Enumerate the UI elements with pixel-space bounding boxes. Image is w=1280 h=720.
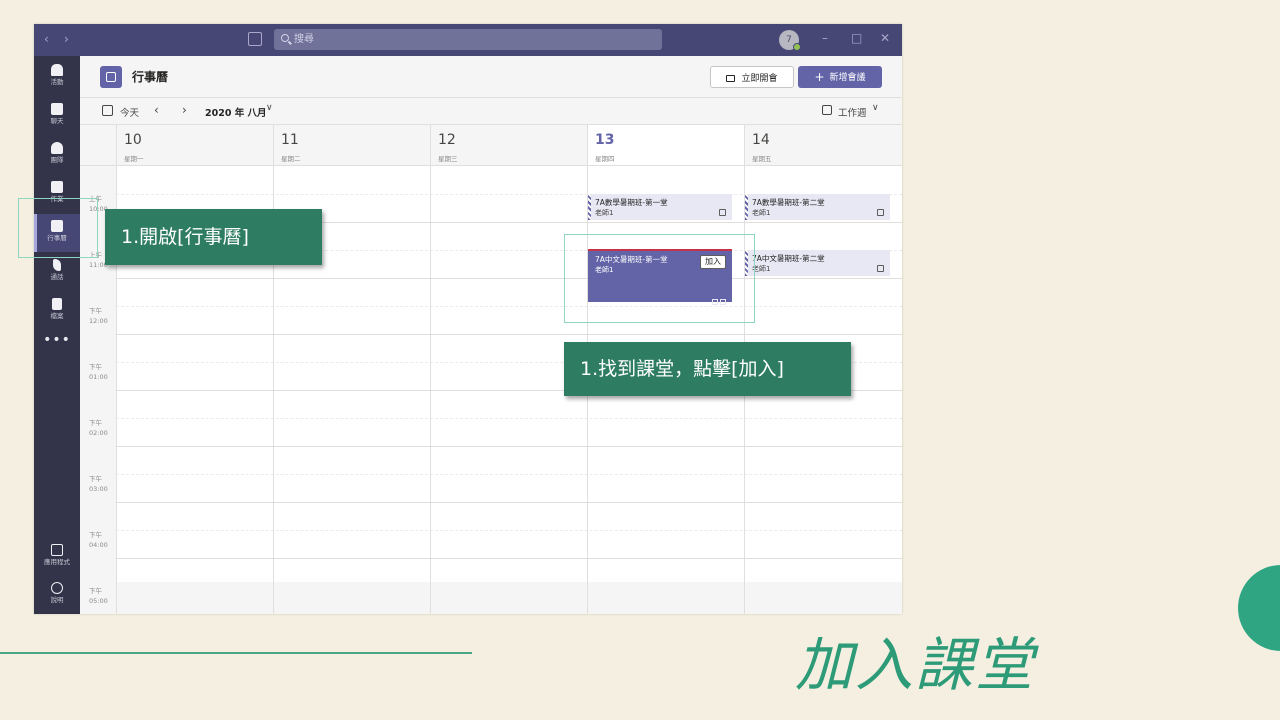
new-meeting-label: 新增會議 [829, 73, 866, 83]
calendar-header: 行事曆 立即開會 + 新增會議 [80, 56, 902, 98]
rail-item-label: 團隊 [50, 156, 64, 164]
notes-icon [877, 209, 884, 216]
new-meeting-button[interactable]: + 新增會議 [798, 66, 882, 88]
rail-item-label: 活動 [50, 78, 64, 86]
search-icon [281, 34, 289, 42]
day-name: 星期一 [124, 155, 144, 163]
day-number: 13 [595, 132, 615, 148]
page-title: 行事曆 [132, 70, 169, 84]
maximize-icon[interactable]: □ [851, 31, 862, 45]
calendar-app-icon [100, 66, 122, 88]
callout-open-calendar: 1.開啟[行事曆] [105, 209, 322, 265]
files-icon [52, 298, 62, 310]
rail-item-calls[interactable]: 通話 [34, 253, 80, 291]
teams-window: ‹ › 7 – □ ✕ 活動 聊天 團隊 作業 [34, 24, 902, 614]
time-label: 下午 12:00 [89, 307, 108, 325]
event-math-lesson-1[interactable]: 7A數學暑期班-第一堂 老師1 [588, 194, 732, 220]
rail-item-apps[interactable]: 應用程式 [34, 538, 80, 576]
rail-item-files[interactable]: 檔案 [34, 292, 80, 330]
event-title: 7A數學暑期班-第二堂 [752, 198, 825, 207]
event-organizer: 老師1 [752, 209, 771, 217]
decorative-line [0, 652, 472, 654]
search-input[interactable] [294, 29, 654, 50]
minimize-icon[interactable]: – [822, 31, 828, 45]
day-name: 星期四 [595, 155, 615, 163]
meet-now-label: 立即開會 [741, 73, 778, 84]
day-header-wed[interactable]: 12 星期三 [430, 124, 587, 166]
month-selector[interactable]: 2020 年 八月 [205, 105, 267, 119]
bell-icon [51, 64, 63, 76]
time-label: 下午 01:00 [89, 363, 108, 381]
forward-arrow-icon[interactable]: › [64, 32, 69, 46]
view-calendar-icon [822, 105, 832, 115]
chevron-left-icon[interactable]: ‹ [154, 103, 159, 117]
more-apps-icon[interactable]: ••• [34, 332, 80, 348]
today-button[interactable]: 今天 [120, 105, 139, 119]
rail-item-label: 檔案 [50, 312, 64, 320]
rail-item-help[interactable]: 說明 [34, 576, 80, 614]
time-label: 下午 05:00 [89, 587, 108, 605]
help-icon [51, 582, 63, 594]
time-label: 下午 03:00 [89, 475, 108, 493]
day-name: 星期二 [281, 155, 301, 163]
video-camera-icon [726, 74, 736, 82]
day-name: 星期五 [752, 155, 772, 163]
event-chinese-lesson-2[interactable]: 7A中文暑期班-第二堂 老師1 [745, 250, 890, 276]
day-number: 12 [438, 132, 456, 148]
gutter-corner [80, 124, 116, 166]
apps-icon [51, 544, 63, 556]
presence-dot-icon [793, 43, 801, 51]
day-number: 10 [124, 132, 142, 148]
decorative-circle [1238, 565, 1280, 651]
rail-item-activity[interactable]: 活動 [34, 58, 80, 96]
day-header-thu[interactable]: 13 星期四 [587, 124, 744, 166]
day-name: 星期三 [438, 155, 458, 163]
chevron-down-icon[interactable]: ∨ [872, 103, 879, 113]
day-header-fri[interactable]: 14 星期五 [744, 124, 902, 166]
today-icon[interactable] [102, 105, 113, 116]
compose-icon[interactable] [248, 32, 262, 46]
avatar-initial: 7 [786, 35, 792, 45]
notes-icon [877, 265, 884, 272]
day-header-mon[interactable]: 10 星期一 [116, 124, 273, 166]
chat-icon [51, 103, 63, 115]
teams-icon [51, 142, 63, 154]
app-rail: 活動 聊天 團隊 作業 行事曆 通話 檔案 ••• 應用程式 說明 [34, 56, 80, 614]
event-title: 7A數學暑期班-第一堂 [595, 198, 668, 207]
calendar-toolbar: 今天 ‹ › 2020 年 八月 ∨ 工作週 ∨ [80, 98, 902, 124]
phone-icon [53, 259, 61, 271]
search-box[interactable] [274, 29, 662, 50]
assignments-icon [51, 181, 63, 193]
view-selector[interactable]: 工作週 [838, 105, 867, 119]
rail-item-label: 通話 [50, 273, 64, 281]
notes-icon [719, 209, 726, 216]
chevron-down-icon[interactable]: ∨ [266, 103, 273, 113]
chevron-right-icon[interactable]: › [182, 103, 187, 117]
close-icon[interactable]: ✕ [880, 31, 890, 45]
time-label: 下午 02:00 [89, 419, 108, 437]
event-math-lesson-2[interactable]: 7A數學暑期班-第二堂 老師1 [745, 194, 890, 220]
rail-item-label: 聊天 [50, 117, 64, 125]
rail-item-label: 說明 [50, 596, 64, 604]
rail-item-label: 應用程式 [44, 558, 70, 566]
highlight-join-event [564, 234, 755, 323]
callout-join-class: 1.找到課堂，點擊[加入] [564, 342, 851, 396]
plus-icon: + [814, 70, 825, 84]
title-bar: ‹ › 7 – □ ✕ [34, 24, 902, 56]
event-title: 7A中文暑期班-第二堂 [752, 254, 825, 263]
meet-now-button[interactable]: 立即開會 [710, 66, 794, 88]
back-arrow-icon[interactable]: ‹ [44, 32, 49, 46]
rail-item-teams[interactable]: 團隊 [34, 136, 80, 174]
day-number: 11 [281, 132, 299, 148]
highlight-calendar-rail [18, 198, 98, 258]
slide-title: 加入課堂 [795, 631, 1036, 699]
rail-item-chat[interactable]: 聊天 [34, 97, 80, 135]
day-number: 14 [752, 132, 770, 148]
avatar[interactable]: 7 [779, 30, 801, 51]
grid-bottom-shade [116, 582, 902, 614]
time-label: 下午 04:00 [89, 531, 108, 549]
event-organizer: 老師1 [595, 209, 614, 217]
day-header-tue[interactable]: 11 星期二 [273, 124, 430, 166]
